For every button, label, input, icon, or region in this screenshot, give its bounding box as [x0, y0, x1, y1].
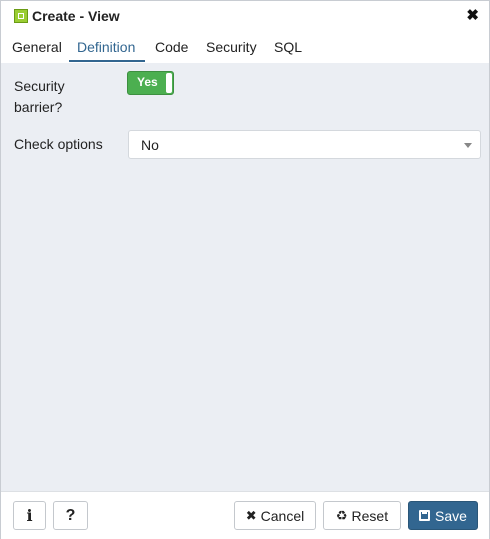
info-icon: i	[26, 506, 33, 525]
save-icon	[419, 510, 431, 521]
tab-definition[interactable]: Definition	[77, 39, 135, 55]
active-tab-indicator	[69, 60, 145, 62]
dialog-titlebar: Create - View ✖	[1, 1, 489, 31]
chevron-down-icon	[464, 143, 472, 148]
tab-code[interactable]: Code	[155, 39, 188, 55]
security-barrier-label-line2: barrier?	[14, 99, 63, 115]
check-options-select[interactable]: No	[128, 130, 481, 159]
recycle-icon: ♻	[335, 507, 348, 523]
toggle-state-label: Yes	[137, 75, 158, 89]
check-options-label: Check options	[14, 136, 103, 152]
save-button[interactable]: Save	[408, 501, 478, 530]
create-view-dialog: Create - View ✖ General Definition Code …	[0, 0, 490, 539]
tab-general[interactable]: General	[12, 39, 62, 55]
close-icon: ✖	[245, 507, 257, 523]
definition-panel: Security barrier? Yes Check options No	[1, 63, 489, 491]
help-button[interactable]: ?	[53, 501, 88, 530]
dialog-footer: i ? ✖ Cancel ♻ Reset Save	[1, 491, 489, 539]
save-button-label: Save	[435, 507, 467, 524]
tab-sql[interactable]: SQL	[274, 39, 302, 55]
reset-button[interactable]: ♻ Reset	[323, 501, 401, 530]
info-button[interactable]: i	[13, 501, 46, 530]
view-icon	[14, 9, 28, 23]
security-barrier-toggle[interactable]: Yes	[127, 71, 174, 95]
reset-button-label: Reset	[351, 507, 389, 524]
tab-bar: General Definition Code Security SQL	[1, 32, 489, 64]
tab-security[interactable]: Security	[206, 39, 257, 55]
dialog-title: Create - View	[32, 8, 120, 24]
check-options-value: No	[141, 137, 159, 153]
security-barrier-label-line1: Security	[14, 78, 65, 94]
cancel-button[interactable]: ✖ Cancel	[234, 501, 316, 530]
close-icon[interactable]: ✖	[466, 7, 479, 25]
toggle-knob	[166, 73, 172, 93]
cancel-button-label: Cancel	[260, 507, 305, 524]
help-icon: ?	[65, 506, 76, 524]
